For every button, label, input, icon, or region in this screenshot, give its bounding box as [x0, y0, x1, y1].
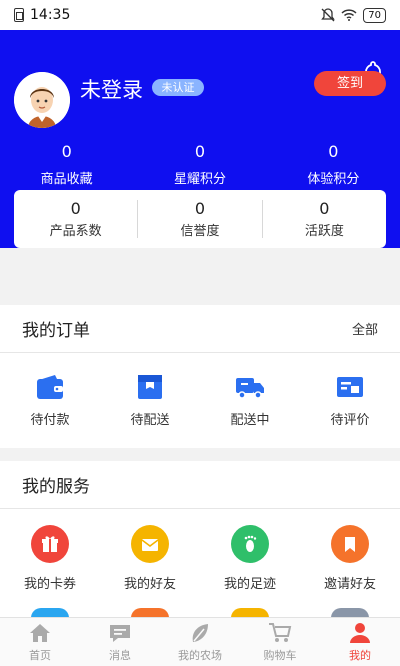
envelope-icon [131, 525, 169, 563]
order-label: 配送中 [230, 413, 270, 428]
tab-label: 首页 [29, 648, 51, 662]
metric-value: 0 [319, 199, 330, 218]
tab-label: 我的 [349, 648, 371, 662]
services-next-row [0, 608, 400, 617]
stat-experience-points[interactable]: 0 体验积分 [267, 142, 400, 187]
home-icon [30, 623, 50, 642]
order-pending-payment[interactable]: 待付款 [0, 353, 100, 448]
service-invite-friends[interactable]: 邀请好友 [300, 509, 400, 592]
review-icon [337, 377, 363, 397]
section-title: 我的服务 [22, 477, 90, 497]
battery-indicator: 70 [363, 7, 386, 23]
services-section: 我的服务 我的卡券 我的好友 我的足迹 邀请好友 [0, 461, 400, 617]
bottom-tab-bar: 首页 消息 我的农场 购物车 我的 [0, 617, 400, 666]
tab-profile[interactable]: 我的 [320, 618, 400, 666]
order-in-delivery[interactable]: 配送中 [200, 353, 300, 448]
tab-label: 购物车 [263, 648, 297, 662]
stat-label: 体验积分 [307, 172, 360, 187]
metrics-card: 0 产品系数 0 信誉度 0 活跃度 [14, 190, 386, 248]
service-label: 我的足迹 [223, 577, 276, 592]
tab-label: 消息 [109, 648, 131, 662]
service-label: 我的好友 [123, 577, 176, 592]
order-label: 待评价 [330, 413, 370, 428]
service-icon-partial[interactable] [31, 608, 69, 617]
order-label: 待配送 [130, 413, 170, 428]
service-icon-partial[interactable] [231, 608, 269, 617]
tab-home[interactable]: 首页 [0, 618, 80, 666]
user-avatar-icon [14, 72, 70, 128]
stat-value: 0 [194, 142, 206, 161]
status-time: 14:35 [30, 7, 71, 23]
leaf-icon [192, 623, 208, 642]
metric-product-coefficient[interactable]: 0 产品系数 [14, 199, 137, 239]
wifi-icon [341, 9, 357, 21]
tab-my-farm[interactable]: 我的农场 [160, 618, 240, 666]
metric-activity[interactable]: 0 活跃度 [263, 199, 386, 239]
stat-value: 0 [61, 142, 72, 161]
sim-card-icon [14, 8, 24, 22]
checkin-button[interactable]: 签到 [314, 71, 386, 96]
user-name[interactable]: 未登录 [80, 74, 143, 104]
stat-label: 商品收藏 [40, 172, 93, 187]
tab-cart[interactable]: 购物车 [240, 618, 320, 666]
truck-icon [236, 378, 264, 399]
metric-credibility[interactable]: 0 信誉度 [138, 199, 261, 239]
stat-label: 星耀积分 [173, 172, 226, 187]
service-label: 邀请好友 [323, 577, 376, 592]
services-header: 我的服务 [0, 461, 400, 509]
stat-star-points[interactable]: 0 星耀积分 [133, 142, 266, 187]
section-title: 我的订单 [22, 321, 90, 341]
tab-label: 我的农场 [178, 648, 222, 662]
orders-section: 我的订单 全部 待付款 待配送 配送中 待评价 [0, 305, 400, 448]
service-icon-partial[interactable] [131, 608, 169, 617]
orders-header: 我的订单 全部 [0, 305, 400, 353]
avatar[interactable] [14, 72, 70, 128]
service-coupons[interactable]: 我的卡券 [0, 509, 100, 592]
tab-messages[interactable]: 消息 [80, 618, 160, 666]
metric-label: 活跃度 [304, 224, 344, 239]
service-label: 我的卡券 [23, 577, 76, 592]
service-footprints[interactable]: 我的足迹 [200, 509, 300, 592]
mute-bell-icon [321, 8, 336, 22]
metric-label: 产品系数 [49, 224, 102, 239]
profile-icon [350, 622, 370, 643]
service-icon-partial[interactable] [331, 608, 369, 617]
order-label: 待付款 [30, 413, 70, 428]
gift-icon [31, 525, 69, 563]
wallet-icon [37, 375, 63, 399]
metric-label: 信誉度 [180, 224, 220, 239]
metric-value: 0 [70, 199, 81, 218]
stats-row: 0 商品收藏 0 星耀积分 0 体验积分 [0, 142, 400, 187]
stat-favorites[interactable]: 0 商品收藏 [0, 142, 133, 187]
package-icon [138, 375, 162, 399]
order-pending-delivery[interactable]: 待配送 [100, 353, 200, 448]
view-all-orders-link[interactable]: 全部 [352, 319, 378, 338]
service-friends[interactable]: 我的好友 [100, 509, 200, 592]
stat-value: 0 [328, 142, 339, 161]
footprint-icon [231, 525, 269, 563]
bookmark-icon [331, 525, 369, 563]
status-bar: 14:35 70 [0, 0, 400, 30]
verify-status-badge: 未认证 [152, 79, 204, 96]
cart-icon [269, 622, 292, 642]
message-icon [110, 624, 130, 642]
order-pending-review[interactable]: 待评价 [300, 353, 400, 448]
metric-value: 0 [194, 199, 206, 218]
